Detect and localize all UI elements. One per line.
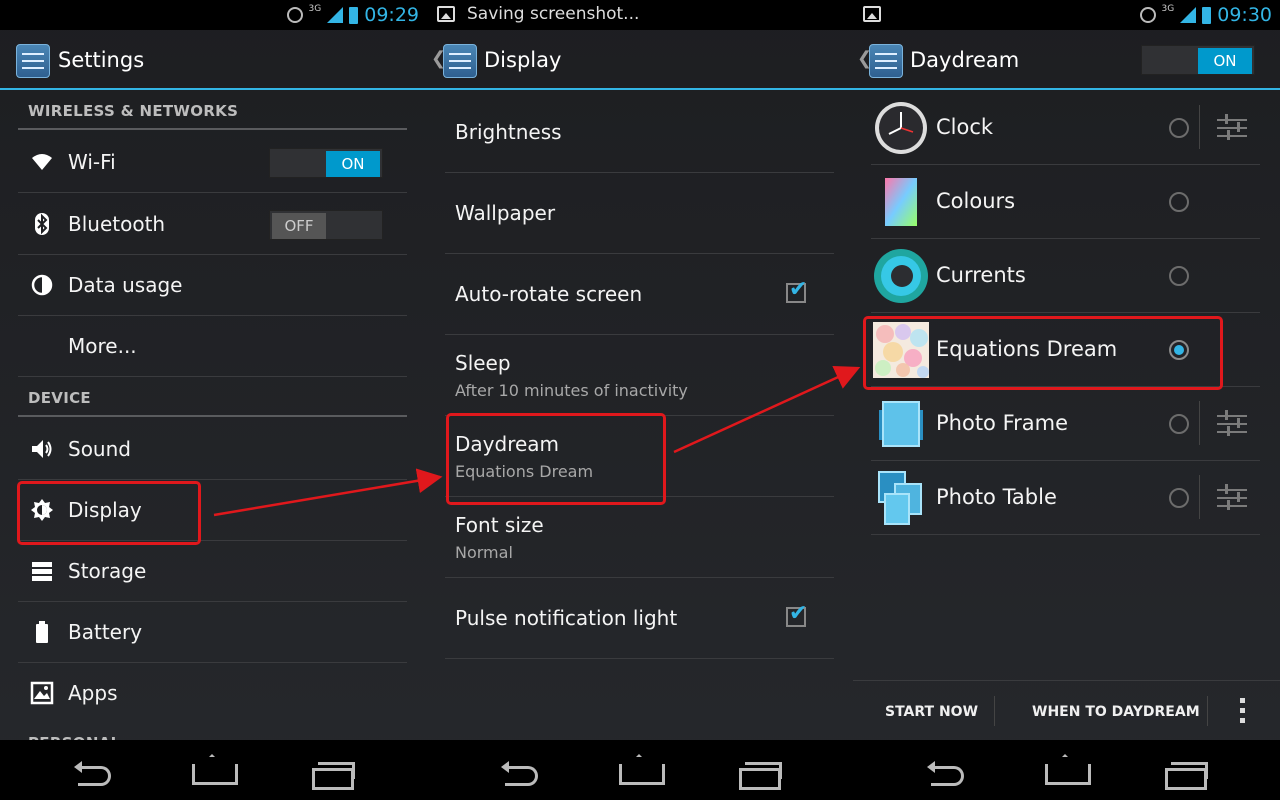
arrow-daydream-to-equations xyxy=(673,365,861,454)
arrow-display-to-daydream xyxy=(213,468,443,517)
annotation-arrows xyxy=(213,365,861,517)
